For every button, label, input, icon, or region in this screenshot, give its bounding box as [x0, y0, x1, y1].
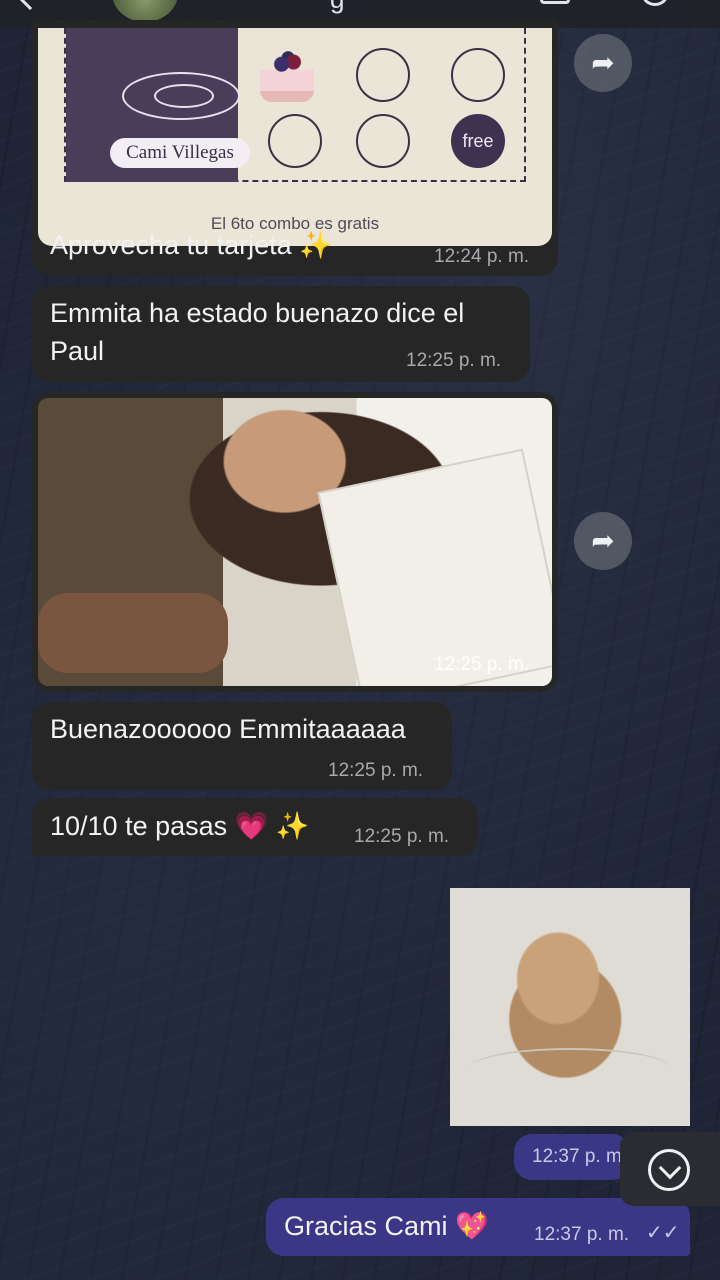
stamp-empty: [268, 114, 322, 168]
brand-panel: Cami Villegas: [66, 28, 250, 182]
video-call-icon[interactable]: [540, 0, 570, 4]
call-icon[interactable]: [642, 0, 668, 6]
message-time: 12:25 p. m.: [406, 350, 502, 371]
chevron-down-icon: [648, 1149, 690, 1191]
message-text: 10/10 te pasas 💗 ✨: [50, 811, 310, 841]
message-text: Buenazoooooo Emmitaaaaaa: [50, 714, 406, 744]
brand-name: Cami Villegas: [110, 138, 250, 168]
message-time: 12:25 p. m.: [434, 654, 530, 675]
message-time: 12:25 p. m.: [354, 826, 450, 847]
avatar[interactable]: [112, 0, 178, 22]
puppy-video[interactable]: [450, 888, 690, 1126]
forward-icon[interactable]: ➦: [574, 34, 632, 92]
message-photo[interactable]: 12:25 p. m.: [32, 392, 558, 692]
arm: [38, 593, 228, 673]
forward-icon[interactable]: ➦: [574, 512, 632, 570]
pastry-box: [317, 448, 552, 686]
stamp-empty: [451, 48, 505, 102]
message-bubble-outgoing[interactable]: Gracias Cami 💖 12:37 p. m. ✓✓: [266, 1198, 690, 1256]
contact-name[interactable]: g: [330, 0, 344, 15]
loyalty-card-image[interactable]: Cami Villegas free El 6to combo es grati…: [38, 28, 552, 246]
message-time: 12:25 p. m.: [328, 760, 424, 781]
message-bubble[interactable]: 10/10 te pasas 💗 ✨ 12:25 p. m.: [32, 798, 478, 856]
cinnamon-roll-icon: [122, 72, 240, 120]
stamp-cake-icon: [260, 48, 314, 102]
message-text: Aprovecha tu tarjeta ✨: [50, 230, 333, 260]
message-video-meta[interactable]: 12:37 p. m.: [514, 1134, 630, 1180]
stamp-free: free: [451, 114, 505, 168]
message-time: 12:37 p. m.: [532, 1146, 628, 1167]
message-time: 12:37 p. m.: [534, 1224, 630, 1245]
double-check-icon: ✓✓: [646, 1222, 680, 1244]
blanket-fold: [470, 1048, 670, 1088]
message-text: Gracias Cami 💖: [284, 1211, 489, 1241]
back-icon[interactable]: [15, 0, 45, 11]
stamp-empty: [356, 114, 410, 168]
message-bubble[interactable]: Emmita ha estado buenazo dice el Paul 12…: [32, 286, 530, 382]
message-bubble[interactable]: Buenazoooooo Emmitaaaaaa 12:25 p. m.: [32, 702, 452, 790]
selfie-photo[interactable]: [38, 398, 552, 686]
scroll-to-bottom-button[interactable]: [620, 1132, 720, 1206]
message-time: 12:24 p. m.: [434, 246, 530, 267]
stamp-empty: [356, 48, 410, 102]
message-card[interactable]: Cami Villegas free El 6to combo es grati…: [32, 20, 558, 276]
